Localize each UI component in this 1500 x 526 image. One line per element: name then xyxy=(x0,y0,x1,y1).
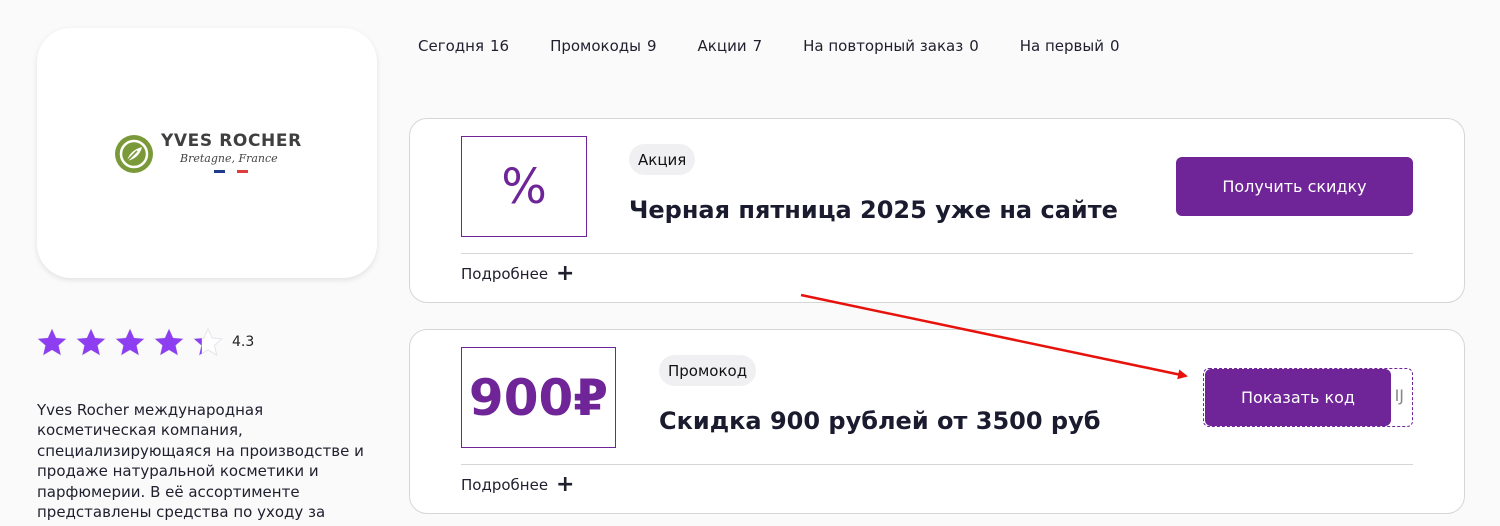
plus-icon: + xyxy=(556,261,575,286)
french-flag-mark xyxy=(214,170,248,173)
brand-logo-card: YVES ROCHER Bretagne, France xyxy=(37,28,377,278)
brand-rating: 4.3 xyxy=(36,328,254,356)
offer-title: Черная пятница 2025 уже на сайте xyxy=(629,196,1118,224)
get-discount-button[interactable]: Получить скидку xyxy=(1176,157,1413,216)
offer-badge: 900₽ xyxy=(461,347,616,448)
details-label: Подробнее xyxy=(461,476,549,494)
promo-code-peek: IJ xyxy=(1394,386,1404,405)
brand-subtitle: Bretagne, France xyxy=(180,152,278,165)
offer-badge: % xyxy=(461,136,587,237)
offer-title: Скидка 900 рублей от 3500 руб xyxy=(659,407,1101,435)
offer-type-tag: Промокод xyxy=(659,355,757,386)
details-label: Подробнее xyxy=(461,265,549,283)
show-code-button[interactable]: Показать код xyxy=(1205,369,1391,426)
offer-details-toggle[interactable]: Подробнее + xyxy=(461,261,575,286)
star-icon xyxy=(36,328,68,356)
offer-filter-tabs: Сегодня 16 Промокоды 9 Акции 7 На повторный… xyxy=(418,37,1161,55)
star-icon xyxy=(153,328,185,356)
offer-type-tag: Акция xyxy=(629,144,696,175)
tab-today[interactable]: Сегодня 16 xyxy=(418,37,509,55)
star-icon xyxy=(192,328,224,356)
tab-deals[interactable]: Акции 7 xyxy=(698,37,763,55)
offer-divider xyxy=(461,253,1413,254)
plus-icon: + xyxy=(556,472,575,497)
offer-details-toggle[interactable]: Подробнее + xyxy=(461,472,575,497)
star-icon xyxy=(75,328,107,356)
brand-name: YVES ROCHER xyxy=(161,131,302,151)
offer-card: % Акция Черная пятница 2025 уже на сайте… xyxy=(409,118,1465,303)
brand-logo: YVES ROCHER Bretagne, France xyxy=(113,131,303,179)
offer-divider xyxy=(461,464,1413,465)
rating-stars xyxy=(36,328,224,356)
rating-value: 4.3 xyxy=(232,334,255,350)
tab-promocodes[interactable]: Промокоды 9 xyxy=(550,37,656,55)
tab-repeat-order[interactable]: На повторный заказ 0 xyxy=(803,37,979,55)
star-icon xyxy=(114,328,146,356)
tab-first-order[interactable]: На первый 0 xyxy=(1020,37,1120,55)
leaf-logo-icon xyxy=(115,135,153,173)
offer-card: 900₽ Промокод Скидка 900 рублей от 3500 … xyxy=(409,329,1465,514)
brand-description: Yves Rocher международная косметическая … xyxy=(37,401,364,522)
